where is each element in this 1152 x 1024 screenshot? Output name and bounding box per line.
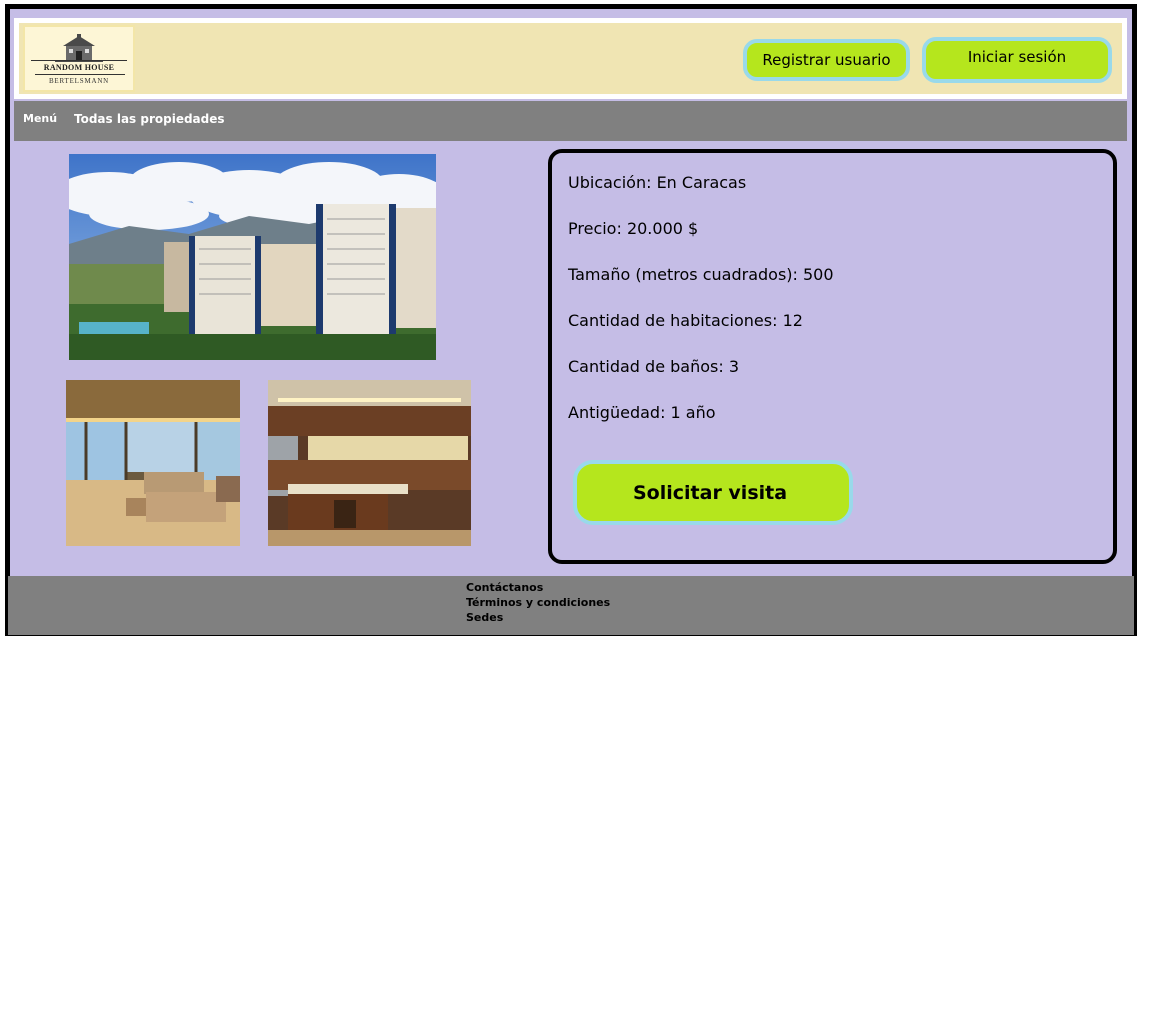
property-rooms: Cantidad de habitaciones: 12 — [568, 311, 803, 330]
logo-divider — [35, 74, 125, 75]
register-button[interactable]: Registrar usuario — [743, 39, 910, 81]
property-size: Tamaño (metros cuadrados): 500 — [568, 265, 834, 284]
header: RANDOM HOUSE BERTELSMANN Registrar usuar… — [14, 18, 1127, 99]
nav-menu[interactable]: Menú — [23, 112, 57, 125]
house-logo-icon — [55, 34, 103, 62]
property-location: Ubicación: En Caracas — [568, 173, 747, 192]
logo-text-main: RANDOM HOUSE — [43, 63, 115, 72]
logo-divider — [31, 60, 127, 61]
property-price: Precio: 20.000 $ — [568, 219, 699, 238]
footer-link-contact[interactable]: Contáctanos — [466, 581, 543, 594]
footer-link-locations[interactable]: Sedes — [466, 611, 503, 624]
property-baths: Cantidad de baños: 3 — [568, 357, 740, 376]
nav-all-properties[interactable]: Todas las propiedades — [74, 112, 225, 126]
footer: Contáctanos Términos y condiciones Sedes — [8, 576, 1134, 635]
building-exterior-photo[interactable] — [69, 154, 436, 360]
request-visit-button[interactable]: Solicitar visita — [573, 460, 853, 525]
page-frame: RANDOM HOUSE BERTELSMANN Registrar usuar… — [5, 4, 1137, 636]
login-button[interactable]: Iniciar sesión — [922, 37, 1112, 83]
property-details-card: Ubicación: En Caracas Precio: 20.000 $ T… — [548, 149, 1117, 564]
kitchen-photo[interactable] — [268, 380, 471, 546]
nav-bar: Menú Todas las propiedades — [14, 101, 1127, 141]
logo-text-sub: BERTELSMANN — [48, 77, 110, 85]
living-room-photo[interactable] — [66, 380, 240, 546]
property-age: Antigüedad: 1 año — [568, 403, 716, 422]
logo[interactable]: RANDOM HOUSE BERTELSMANN — [23, 25, 135, 92]
footer-link-terms[interactable]: Términos y condiciones — [466, 596, 610, 609]
